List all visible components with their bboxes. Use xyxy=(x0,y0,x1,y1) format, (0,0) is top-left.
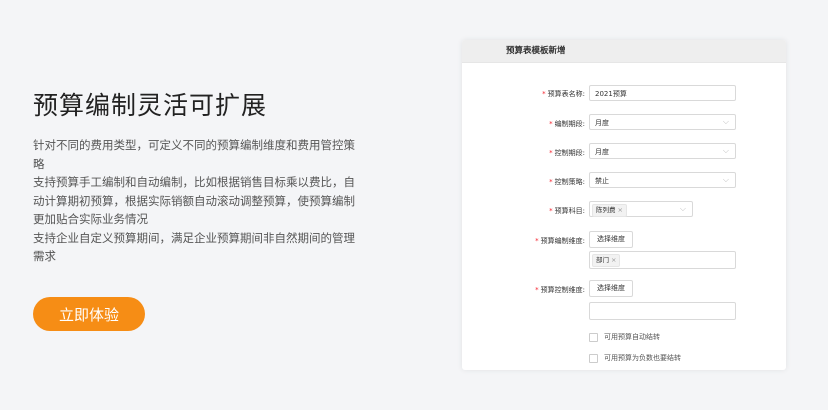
desc-line: 支持预算手工编制和自动编制，比如根据销售目标乘以费比，自动计算期初预算，根据实际… xyxy=(33,175,355,226)
control-period-select[interactable]: 月度 ⌵ xyxy=(589,143,736,159)
chevron-down-icon: ⌵ xyxy=(722,175,729,184)
required-mark: * xyxy=(535,286,539,294)
dimension-tag: 部门 × xyxy=(592,254,621,267)
plan-period-select[interactable]: 月度 ⌵ xyxy=(589,114,736,130)
required-mark: * xyxy=(549,120,553,128)
chevron-down-icon: ⌵ xyxy=(722,117,729,126)
auto-carryover-checkbox[interactable]: 可用预算自动结转 xyxy=(589,332,660,342)
plan-dimension-label: * 预算编制维度: xyxy=(535,237,585,245)
required-mark: * xyxy=(549,178,553,186)
subject-tag: 陈列费 × xyxy=(592,204,627,217)
required-mark: * xyxy=(549,149,553,157)
desc-line: 支持企业自定义预算期间，满足企业预算期间非自然期间的管理需求 xyxy=(33,230,355,264)
required-mark: * xyxy=(542,90,546,98)
chevron-down-icon: ⌵ xyxy=(722,146,729,155)
plan-period-label: * 编制期段: xyxy=(549,120,585,128)
chevron-down-icon: ⌵ xyxy=(679,204,686,213)
desc-line: 针对不同的费用类型，可定义不同的预算编制维度和费用管控策略 xyxy=(33,138,355,171)
checkbox-icon[interactable] xyxy=(589,353,598,363)
checkbox-icon[interactable] xyxy=(589,332,598,342)
required-mark: * xyxy=(535,237,539,245)
budget-subject-select[interactable]: 陈列费 × ⌵ xyxy=(589,201,693,217)
control-strategy-label: * 控制策略: xyxy=(549,178,585,186)
budget-name-input[interactable]: 2021预算 xyxy=(589,85,736,101)
plan-dimension-field[interactable]: 部门 × xyxy=(589,251,736,269)
form-header: 预算表模板新增 xyxy=(462,40,786,63)
select-control-dimension-button[interactable]: 选择维度 xyxy=(589,280,633,297)
control-strategy-select[interactable]: 禁止 ⌵ xyxy=(589,172,736,188)
close-icon[interactable]: × xyxy=(618,206,623,214)
control-dimension-label: * 预算控制维度: xyxy=(535,286,585,294)
try-now-button[interactable]: 立即体验 xyxy=(33,297,145,331)
hero-title: 预算编制灵活可扩展 xyxy=(33,91,268,120)
budget-template-form: 预算表模板新增 * 预算表名称: 2021预算 * 编制期段: 月度 ⌵ * 控制期段… xyxy=(462,40,786,370)
select-plan-dimension-button[interactable]: 选择维度 xyxy=(589,231,633,248)
required-mark: * xyxy=(549,207,553,215)
control-dimension-field[interactable] xyxy=(589,302,736,320)
name-label: * 预算表名称: xyxy=(542,90,585,98)
close-icon[interactable]: × xyxy=(611,256,616,264)
hero-description: 针对不同的费用类型，可定义不同的预算编制维度和费用管控策略 支持预算手工编制和自… xyxy=(33,136,358,266)
control-period-label: * 控制期段: xyxy=(549,149,585,157)
budget-subject-label: * 预算科目: xyxy=(549,207,585,215)
negative-carryover-checkbox[interactable]: 可用预算为负数也要结转 xyxy=(589,353,681,363)
